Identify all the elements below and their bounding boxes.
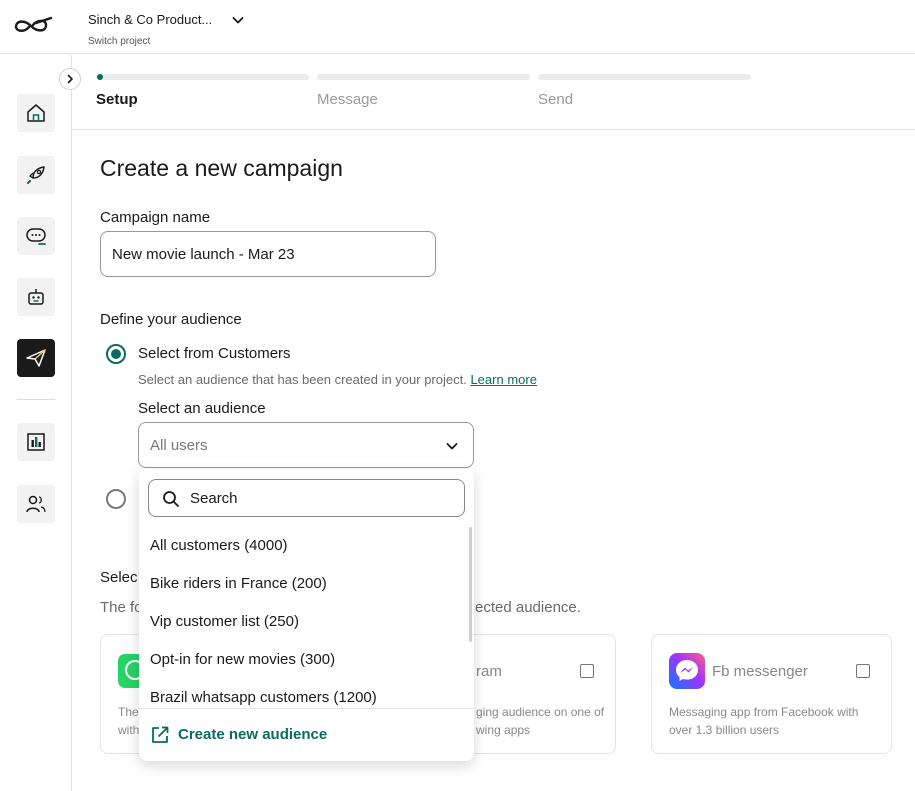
dropdown-option[interactable]: Vip customer list (250): [150, 613, 299, 630]
radio-help-text: Select an audience that has been created…: [138, 372, 537, 387]
radio-select-customers[interactable]: [106, 344, 126, 364]
sidebar-expand-button[interactable]: [59, 68, 81, 90]
messenger-icon: [669, 653, 705, 689]
step-label: Send: [538, 91, 574, 108]
audience-select-value: All users: [150, 437, 208, 454]
create-new-audience-button[interactable]: Create new audience: [178, 726, 327, 743]
step-label: Message: [317, 91, 378, 108]
channels-desc-left: The fo: [100, 599, 143, 616]
sidebar-item-bots[interactable]: [17, 278, 55, 316]
send-icon: [26, 349, 46, 367]
stepper-divider: [72, 129, 915, 130]
campaign-name-input[interactable]: [100, 231, 436, 277]
dropdown-option[interactable]: Brazil whatsapp customers (1200): [150, 689, 377, 706]
project-name: Sinch & Co Product...: [88, 12, 213, 27]
switch-project-label: Switch project: [88, 36, 151, 47]
card-name: Fb messenger: [712, 663, 808, 680]
chevron-down-icon: [446, 443, 458, 450]
channels-title: Selec: [100, 569, 138, 586]
project-switcher[interactable]: Sinch & Co Product... Switch project: [88, 11, 244, 47]
step-progress-bar: [96, 74, 309, 80]
card-checkbox[interactable]: [856, 664, 870, 678]
home-icon: [27, 104, 45, 122]
sidebar-item-send[interactable]: [17, 339, 55, 377]
channel-card-fb-messenger[interactable]: Fb messenger Messaging app from Facebook…: [651, 634, 892, 754]
top-bar: Sinch & Co Product... Switch project: [0, 0, 915, 54]
channels-desc-right: ected audience.: [475, 599, 581, 616]
chat-icon: [26, 228, 46, 245]
campaign-name-label: Campaign name: [100, 209, 211, 226]
analytics-icon: [27, 433, 45, 451]
sinch-logo-icon[interactable]: [13, 14, 55, 38]
chevron-down-icon: [232, 17, 244, 24]
dropdown-scrollbar[interactable]: [469, 527, 472, 642]
audience-select[interactable]: All users: [138, 422, 474, 468]
sidebar-item-analytics[interactable]: [17, 423, 55, 461]
create-audience-footer[interactable]: Create new audience: [139, 708, 474, 761]
learn-more-link[interactable]: Learn more: [470, 372, 536, 387]
rocket-icon: [27, 166, 45, 184]
sidebar-item-campaigns[interactable]: [17, 156, 55, 194]
step-setup[interactable]: Setup: [96, 74, 309, 108]
help-text: Select an audience that has been created…: [138, 372, 467, 387]
step-label: Setup: [96, 91, 138, 108]
radio-select-customers-label: Select from Customers: [138, 345, 291, 362]
page-title: Create a new campaign: [100, 155, 343, 181]
card-desc-line: The: [118, 705, 139, 719]
dropdown-option[interactable]: Opt-in for new movies (300): [150, 651, 335, 668]
audience-heading: Define your audience: [100, 311, 242, 328]
step-progress-bar: [317, 74, 530, 80]
card-name: ram: [476, 663, 502, 680]
step-message[interactable]: Message: [317, 74, 530, 108]
bot-icon: [28, 289, 44, 305]
sidebar-divider: [17, 399, 55, 400]
card-checkbox[interactable]: [580, 664, 594, 678]
select-audience-label: Select an audience: [138, 400, 266, 417]
users-icon: [26, 495, 46, 513]
card-desc-line: wing apps: [476, 723, 531, 737]
sidebar-item-home[interactable]: [17, 94, 55, 132]
sidebar-item-customers[interactable]: [17, 485, 55, 523]
step-progress-bar: [538, 74, 751, 80]
audience-search-input[interactable]: [190, 481, 450, 515]
chevron-right-icon: [67, 74, 73, 84]
step-current-dot: [97, 74, 103, 80]
card-desc-line: ging audience on one of: [476, 705, 605, 719]
dropdown-option[interactable]: Bike riders in France (200): [150, 575, 327, 592]
sidebar-item-conversations[interactable]: [17, 217, 55, 255]
dropdown-option[interactable]: All customers (4000): [150, 537, 288, 554]
audience-search-box[interactable]: [148, 479, 465, 517]
card-desc-line: with: [118, 723, 140, 737]
search-icon: [163, 491, 179, 507]
radio-other-audience[interactable]: [106, 489, 126, 509]
audience-dropdown: All customers (4000) Bike riders in Fran…: [139, 469, 474, 761]
step-send[interactable]: Send: [538, 74, 751, 108]
card-desc-line: over 1.3 billion users: [669, 723, 780, 737]
external-link-icon: [152, 726, 169, 743]
card-desc-line: Messaging app from Facebook with: [669, 705, 859, 719]
